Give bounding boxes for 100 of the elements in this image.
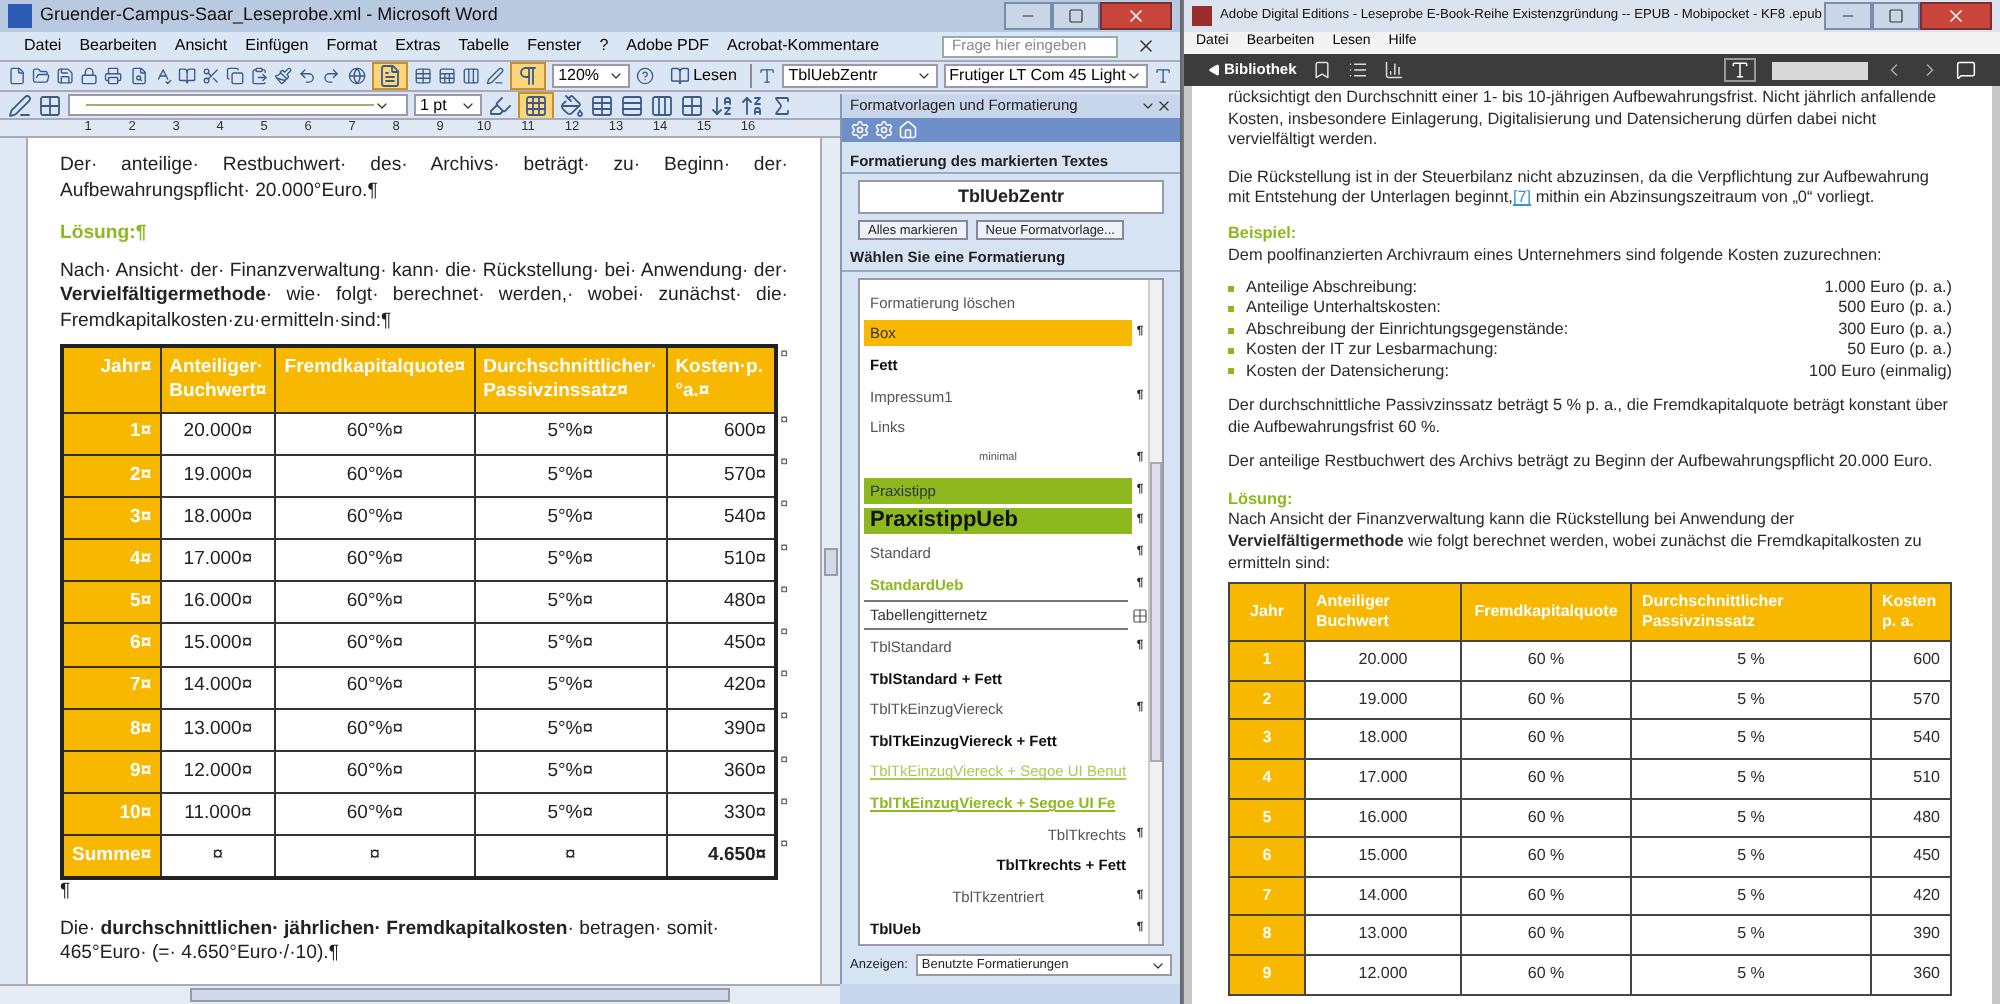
maximize-icon[interactable] [1888,8,1904,24]
close-button[interactable] [1100,2,1172,30]
home-icon[interactable] [898,120,918,140]
table-cell: 60°%¤ [275,496,475,540]
column-header: Durchschnittlicher Passivzinssatz [1631,583,1871,642]
style-item[interactable]: PraxistippUeb [864,508,1132,535]
redo-icon[interactable] [322,64,342,88]
footnote-link[interactable]: [7] [1512,188,1532,207]
spellcheck-icon[interactable] [153,64,172,88]
table-cell: 540 [1871,719,1951,760]
menu-item[interactable]: Einfügen [245,34,309,58]
cells-icon[interactable] [680,93,704,117]
undo-icon[interactable] [298,64,317,88]
menu-item[interactable]: Datei [24,34,62,58]
table-icon[interactable] [590,93,614,117]
horizontal-scrollbar[interactable] [0,984,840,1004]
close-button[interactable] [1920,2,1992,30]
sort-descending-icon[interactable] [740,93,764,117]
styles-icon[interactable] [758,64,777,88]
columns-icon[interactable] [650,93,674,117]
print-preview-icon[interactable] [129,64,148,88]
sum-icon[interactable] [770,93,794,117]
close-icon[interactable] [1156,98,1172,114]
paint-bucket-icon[interactable] [560,93,584,117]
new-document-icon[interactable] [8,64,27,88]
sort-ascending-icon[interactable] [710,93,734,117]
table-cell: 60°%¤ [275,412,475,455]
dropdown-icon[interactable] [1140,98,1156,114]
scissors-icon[interactable] [201,64,220,88]
borders-toggle[interactable] [518,91,554,119]
help-icon[interactable] [636,64,656,88]
zoom-dropdown[interactable]: 120% [552,64,631,88]
book-icon[interactable] [669,66,690,86]
bullet-icon [1228,348,1234,355]
menu-item[interactable]: ? [599,34,609,58]
menu-item[interactable]: Format [326,34,378,58]
line-weight-dropdown[interactable]: 1 pt [414,94,482,116]
close-document-icon[interactable] [1136,36,1156,56]
paintbrush-icon[interactable] [274,64,293,88]
book-icon[interactable] [177,64,196,88]
paragraph: Der anteilige Restbuchwert des Archivs beträgt zu Beginn der Aufbewahrungspflicht 20.000 Euro. [1228,452,1935,474]
pilcrow-icon[interactable] [516,64,541,88]
menu-item[interactable]: Tabelle [458,34,510,58]
table-cell: 2¤ [62,454,161,497]
paste-icon[interactable] [250,64,269,88]
pilcrow-toggle[interactable] [510,62,547,90]
comment-icon[interactable] [1956,60,1976,80]
bookmark-icon[interactable] [1312,60,1333,80]
folder-icon[interactable] [32,64,51,88]
table-cell: 20.000¤ [160,412,276,455]
lock-icon[interactable] [80,64,99,88]
table-cell: 1 [1229,641,1305,681]
menu-item[interactable]: Ansicht [174,34,228,58]
spreadsheet-icon[interactable] [437,64,456,88]
pen-icon[interactable] [485,64,505,88]
table-cell: 12.000¤ [160,751,276,794]
current-style-box: TblUebZentr [858,180,1164,215]
menu-item[interactable]: Adobe PDF [626,34,710,58]
table-cell: 13.000¤ [160,708,276,751]
draw-table-icon[interactable] [8,93,32,117]
maximize-button[interactable] [1052,2,1100,30]
list-icon[interactable] [1348,60,1369,80]
read-button[interactable]: Lesen [661,64,745,88]
font-color-icon[interactable] [1153,64,1172,88]
highlighter-icon[interactable] [488,93,512,117]
back-triangle-icon[interactable] [1208,64,1220,76]
table-cell: 14.000¤ [160,666,276,709]
table-icon[interactable] [413,64,432,88]
document-map-toggle[interactable] [371,62,408,90]
printer-icon[interactable] [104,64,124,88]
list-scrollbar[interactable] [1148,279,1162,944]
table-cell: 7¤ [62,666,161,709]
menu-item[interactable]: Bearbeiten [79,34,157,58]
close-icon[interactable] [1946,6,1966,26]
close-icon[interactable] [1126,6,1146,26]
table-cell: 570 [1871,680,1951,720]
table-cell: 390 [1871,915,1951,956]
globe-icon[interactable] [347,64,366,88]
columns-icon[interactable] [461,64,480,88]
rows-icon[interactable] [620,93,644,117]
menu-item[interactable]: Extras [395,34,441,58]
table-cell: 4¤ [62,539,161,582]
menu-item[interactable]: Acrobat-Kommentare [727,34,880,58]
cost-label: Anteilige Abschreibung: [1246,278,1420,300]
style-dropdown[interactable]: TblUebZentr [782,64,938,88]
table-cell: 5°%¤ [474,708,667,751]
document-map-icon[interactable] [377,64,402,88]
text-size-icon[interactable] [1730,60,1750,80]
maximize-button[interactable] [1872,2,1920,30]
menu-item[interactable]: Fenster [527,34,582,58]
chart-icon[interactable] [1384,60,1405,80]
font-dropdown[interactable]: Frutiger LT Com 45 Light [943,64,1148,88]
save-icon[interactable] [56,64,75,88]
vertical-scrollbar[interactable] [820,138,840,984]
borders-icon[interactable] [524,93,548,117]
maximize-icon[interactable] [1068,8,1084,24]
text-size-button[interactable] [1724,58,1756,82]
copy-icon[interactable] [225,64,245,88]
table-cell: 3 [1229,719,1305,760]
search-field[interactable] [1772,61,1868,79]
